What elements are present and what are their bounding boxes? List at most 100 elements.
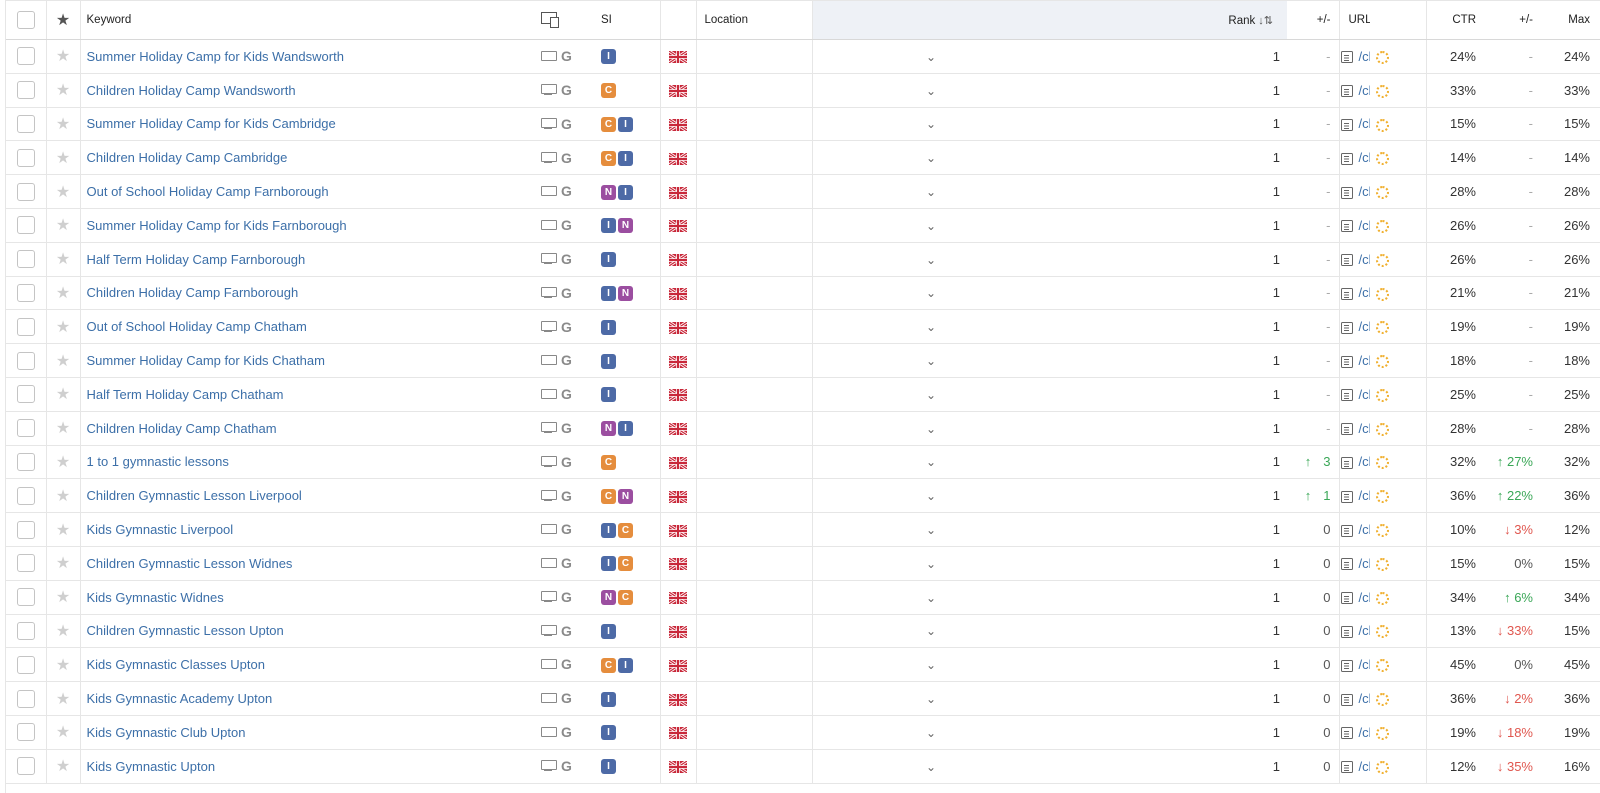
- star-icon[interactable]: ★: [56, 522, 70, 539]
- url-link[interactable]: /club/chester-upton/: [1359, 657, 1371, 672]
- star-icon[interactable]: ★: [56, 420, 70, 437]
- page-icon[interactable]: [1341, 457, 1353, 470]
- url-link[interactable]: /club/liverpool/: [1359, 522, 1371, 537]
- table-row[interactable]: ★ Kids Gymnastic Classes Upton G CI ⌄ 1 …: [6, 647, 1600, 683]
- row-checkbox[interactable]: [16, 723, 35, 742]
- row-checkbox[interactable]: [16, 283, 35, 302]
- star-icon[interactable]: ★: [56, 758, 70, 775]
- keyword-link[interactable]: Summer Holiday Camp for Kids Chatham: [87, 353, 325, 368]
- url-link[interactable]: /clubs/holiday-camps/cambridge-holiday-c…: [1359, 116, 1371, 131]
- table-row[interactable]: ★ Half Term Holiday Camp Farnborough G I…: [6, 242, 1600, 277]
- keyword-link[interactable]: Half Term Holiday Camp Chatham: [87, 387, 284, 402]
- table-row[interactable]: ★ Kids Gymnastic Academy Upton G I ⌄ 1 0…: [6, 681, 1600, 716]
- star-icon[interactable]: ★: [56, 285, 70, 302]
- page-icon[interactable]: [1341, 119, 1353, 132]
- keyword-link[interactable]: Summer Holiday Camp for Kids Cambridge: [87, 116, 336, 131]
- column-header-url[interactable]: URL: [1339, 0, 1370, 40]
- keyword-link[interactable]: Children Holiday Camp Cambridge: [87, 150, 288, 165]
- keyword-link[interactable]: Out of School Holiday Camp Chatham: [87, 319, 307, 334]
- table-row[interactable]: ★ 1 to 1 gymnastic lessons G C ⌄ 1 ↑ 3 /c…: [6, 445, 1600, 480]
- row-checkbox[interactable]: [16, 452, 35, 471]
- url-link[interactable]: /clubs/holiday-camps/farnborough-holiday…: [1359, 184, 1371, 199]
- chevron-down-icon[interactable]: ⌄: [926, 692, 936, 706]
- row-checkbox[interactable]: [16, 554, 35, 573]
- chevron-down-icon[interactable]: ⌄: [926, 557, 936, 571]
- keyword-link[interactable]: Summer Holiday Camp for Kids Wandsworth: [87, 49, 344, 64]
- row-checkbox[interactable]: [16, 486, 35, 505]
- chevron-down-icon[interactable]: ⌄: [926, 760, 936, 774]
- url-link[interactable]: /clubs/holiday-camps/farnborough-holiday…: [1359, 252, 1371, 267]
- page-icon[interactable]: [1341, 51, 1353, 64]
- url-link[interactable]: /clubs/holiday-camps/cambridge-holiday-c…: [1359, 150, 1371, 165]
- page-icon[interactable]: [1341, 355, 1353, 368]
- url-link[interactable]: /club/widnes/: [1359, 556, 1371, 571]
- chevron-down-icon[interactable]: ⌄: [926, 50, 936, 64]
- star-icon[interactable]: ★: [56, 488, 70, 505]
- keyword-link[interactable]: Out of School Holiday Camp Farnborough: [87, 184, 329, 199]
- table-row[interactable]: ★ Summer Holiday Camp for Kids Farnborou…: [6, 208, 1600, 243]
- page-icon[interactable]: [1341, 659, 1353, 672]
- star-icon[interactable]: ★: [56, 353, 70, 370]
- row-checkbox[interactable]: [16, 419, 35, 438]
- page-icon[interactable]: [1341, 592, 1353, 605]
- table-row[interactable]: ★ Summer Holiday Camp for Kids Cambridge…: [6, 107, 1600, 142]
- keyword-link[interactable]: Children Holiday Camp Farnborough: [87, 285, 299, 300]
- favorite-header[interactable]: ★: [46, 0, 81, 40]
- table-row[interactable]: ★ Kids Gymnastic Liverpool G IC ⌄ 1 0 /c…: [6, 512, 1600, 547]
- table-row[interactable]: ★ Children Holiday Camp Cambridge G CI ⌄…: [6, 140, 1600, 176]
- chevron-down-icon[interactable]: ⌄: [926, 388, 936, 402]
- row-checkbox[interactable]: [16, 47, 35, 66]
- table-row[interactable]: ★ Half Term Holiday Camp Chatham G I ⌄ 1…: [6, 377, 1600, 412]
- chevron-down-icon[interactable]: ⌄: [926, 84, 936, 98]
- chevron-down-icon[interactable]: ⌄: [926, 624, 936, 638]
- select-all-checkbox[interactable]: [16, 11, 35, 29]
- keyword-link[interactable]: Kids Gymnastic Club Upton: [87, 725, 246, 740]
- star-icon[interactable]: ★: [56, 48, 70, 65]
- column-header-si[interactable]: SI: [594, 0, 661, 40]
- keyword-link[interactable]: Children Gymnastic Lesson Upton: [87, 623, 284, 638]
- page-icon[interactable]: [1341, 490, 1353, 503]
- page-icon[interactable]: [1341, 152, 1353, 165]
- chevron-down-icon[interactable]: ⌄: [926, 523, 936, 537]
- url-link[interactable]: /clubs/holiday-camps/wandsworth-holiday-…: [1359, 83, 1371, 98]
- row-checkbox[interactable]: [16, 385, 35, 404]
- chevron-down-icon[interactable]: ⌄: [926, 591, 936, 605]
- page-icon[interactable]: [1341, 254, 1353, 267]
- star-icon[interactable]: ★: [56, 184, 70, 201]
- url-link[interactable]: /clubs/holiday-camps/farnborough-holiday…: [1359, 285, 1371, 300]
- table-row[interactable]: ★ Children Gymnastic Lesson Upton G I ⌄ …: [6, 614, 1600, 649]
- url-link[interactable]: /clubs/holiday-camps/farnborough-holiday…: [1359, 218, 1371, 233]
- page-icon[interactable]: [1341, 524, 1353, 537]
- column-header-location[interactable]: Location: [696, 0, 813, 40]
- keyword-link[interactable]: Children Holiday Camp Chatham: [87, 421, 277, 436]
- chevron-down-icon[interactable]: ⌄: [926, 185, 936, 199]
- page-icon[interactable]: [1341, 626, 1353, 638]
- star-icon[interactable]: ★: [56, 691, 70, 708]
- keyword-link[interactable]: Half Term Holiday Camp Farnborough: [87, 252, 306, 267]
- url-link[interactable]: /clubs/holiday-camps/wandsworth-holiday-…: [1359, 49, 1371, 64]
- chevron-down-icon[interactable]: ⌄: [926, 320, 936, 334]
- row-checkbox[interactable]: [16, 621, 35, 640]
- keyword-link[interactable]: Kids Gymnastic Academy Upton: [87, 691, 273, 706]
- star-icon[interactable]: ★: [56, 555, 70, 572]
- keyword-link[interactable]: Children Gymnastic Lesson Widnes: [87, 556, 293, 571]
- star-icon[interactable]: ★: [56, 589, 70, 606]
- row-checkbox[interactable]: [16, 216, 35, 235]
- table-row[interactable]: ★ Kids Gymnastic Club Upton G I ⌄ 1 0 /c…: [6, 715, 1600, 750]
- page-icon[interactable]: [1341, 727, 1353, 740]
- table-row[interactable]: ★ Children Gymnastic Lesson Widnes G IC …: [6, 546, 1600, 581]
- row-checkbox[interactable]: [16, 114, 35, 133]
- chevron-down-icon[interactable]: ⌄: [926, 354, 936, 368]
- url-link[interactable]: /club/liverpool/liverpool-childwall/: [1359, 488, 1371, 503]
- chevron-down-icon[interactable]: ⌄: [926, 219, 936, 233]
- table-row[interactable]: ★ Children Holiday Camp Chatham G NI ⌄ 1…: [6, 411, 1600, 446]
- page-icon[interactable]: [1341, 288, 1353, 301]
- row-checkbox[interactable]: [16, 689, 35, 708]
- keyword-link[interactable]: Children Gymnastic Lesson Liverpool: [87, 488, 302, 503]
- url-link[interactable]: /club/chester-upton/: [1359, 725, 1371, 740]
- chevron-down-icon[interactable]: ⌄: [926, 253, 936, 267]
- column-header-rank[interactable]: Rank ↓⇅: [812, 0, 1287, 40]
- keyword-link[interactable]: Kids Gymnastic Classes Upton: [87, 657, 265, 672]
- star-icon[interactable]: ★: [56, 657, 70, 674]
- page-icon[interactable]: [1341, 389, 1353, 402]
